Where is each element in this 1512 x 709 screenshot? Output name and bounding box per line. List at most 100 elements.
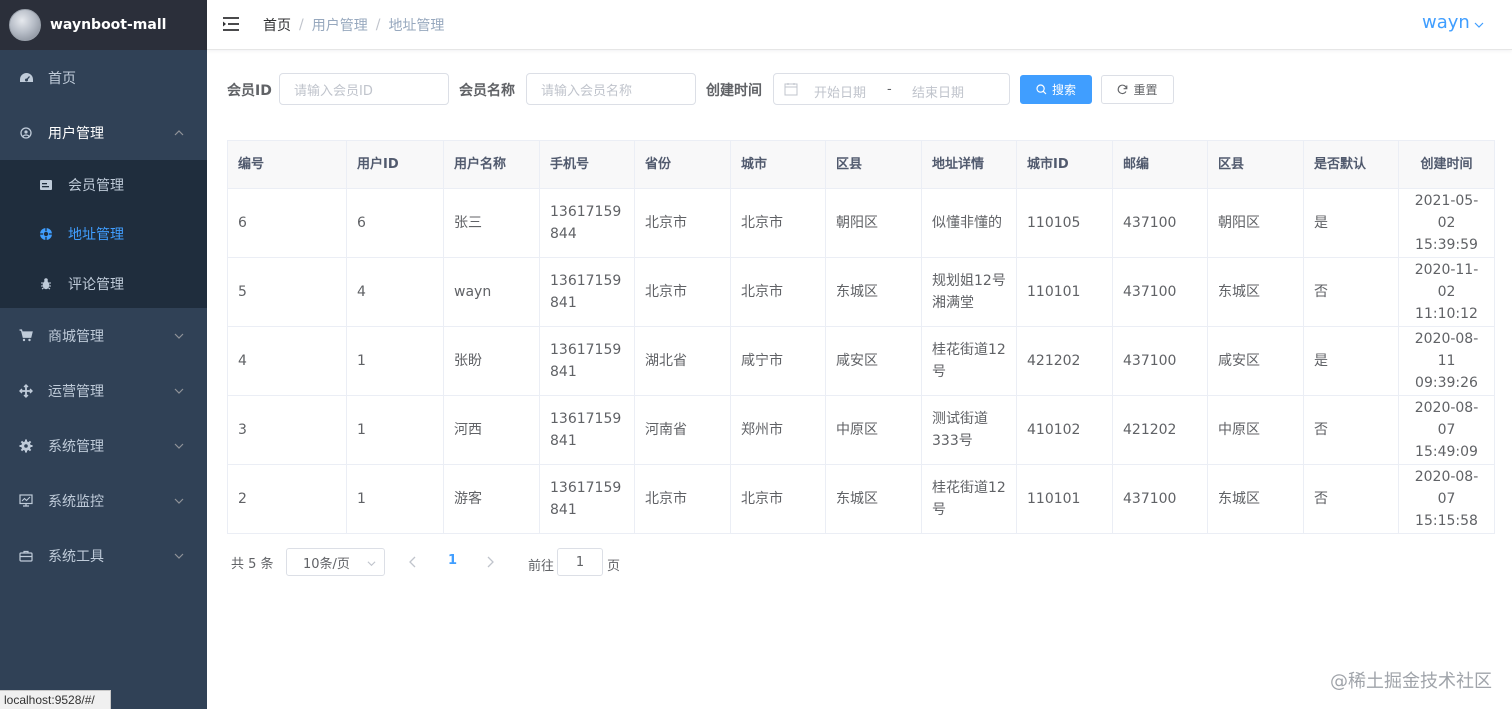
- table-row[interactable]: 5 4 wayn 13617159841 北京市 北京市 东城区 规划姐12号湘…: [228, 258, 1495, 327]
- table-cell: 4: [347, 258, 444, 327]
- table-cell: 421202: [1113, 396, 1208, 465]
- toolbox-icon: [18, 548, 34, 564]
- hamburger-icon[interactable]: [222, 15, 240, 33]
- navbar: 首页 / 用户管理 / 地址管理 wayn: [207, 0, 1512, 50]
- app-title: waynboot-mall: [50, 17, 167, 33]
- sidebar-subitem-members[interactable]: 会员管理: [0, 160, 207, 210]
- calendar-icon: [784, 83, 798, 96]
- watermark: @稀土掘金技术社区: [1330, 671, 1492, 692]
- chevron-down-icon: [174, 388, 184, 394]
- sidebar-item-home[interactable]: 首页: [0, 50, 207, 105]
- breadcrumb-separator: /: [299, 17, 304, 33]
- table-cell: 13617159844: [540, 189, 635, 258]
- table-cell: 否: [1304, 258, 1399, 327]
- table-cell: 桂花街道12号: [922, 327, 1017, 396]
- sidebar: waynboot-mall 首页 用户管理 会员管理 地址管理 评论管理 商城管…: [0, 0, 207, 709]
- prev-page-button[interactable]: [408, 556, 418, 568]
- column-header: 编号: [228, 141, 347, 189]
- chevron-up-icon: [174, 129, 184, 135]
- column-header: 邮编: [1113, 141, 1208, 189]
- reset-button[interactable]: 重置: [1101, 75, 1174, 104]
- dashboard-icon: [18, 70, 34, 86]
- sidebar-subitem-label: 地址管理: [68, 227, 124, 243]
- table-cell: 否: [1304, 396, 1399, 465]
- member-name-input[interactable]: 请输入会员名称: [526, 73, 696, 105]
- sidebar-subitem-comments[interactable]: 评论管理: [0, 259, 207, 309]
- table-cell: 110105: [1017, 189, 1113, 258]
- end-date-input[interactable]: 结束日期: [912, 82, 964, 101]
- table-cell: 13617159841: [540, 396, 635, 465]
- table-row[interactable]: 6 6 张三 13617159844 北京市 北京市 朝阳区 似懂非懂的 110…: [228, 189, 1495, 258]
- search-button[interactable]: 搜索: [1020, 75, 1092, 104]
- table-row[interactable]: 3 1 河西 13617159841 河南省 郑州市 中原区 测试街道333号 …: [228, 396, 1495, 465]
- table-cell: 410102: [1017, 396, 1113, 465]
- sidebar-subitem-addresses[interactable]: 地址管理: [0, 209, 207, 259]
- chevron-down-icon: [174, 333, 184, 339]
- table-cell: 110101: [1017, 258, 1113, 327]
- column-header: 区县: [1208, 141, 1304, 189]
- column-header: 是否默认: [1304, 141, 1399, 189]
- search-button-label: 搜索: [1051, 83, 1076, 97]
- column-header: 用户名称: [444, 141, 540, 189]
- table-cell: 是: [1304, 327, 1399, 396]
- table-cell: 3: [228, 396, 347, 465]
- breadcrumb-separator: /: [375, 17, 381, 33]
- move-icon: [18, 383, 34, 399]
- table-cell: 湖北省: [635, 327, 731, 396]
- start-date-input[interactable]: 开始日期: [814, 82, 866, 101]
- user-menu[interactable]: wayn: [1422, 12, 1470, 33]
- table-cell: 2020-08-07 15:15:58: [1399, 465, 1495, 534]
- date-range-picker[interactable]: 开始日期 - 结束日期: [773, 73, 1010, 105]
- chevron-down-icon[interactable]: [1474, 20, 1484, 30]
- sidebar-item-system-monitor[interactable]: 系统监控: [0, 473, 207, 528]
- page-size-select[interactable]: 10条/页: [286, 548, 385, 576]
- table-cell: 110101: [1017, 465, 1113, 534]
- goto-page-input[interactable]: 1: [557, 548, 603, 576]
- table-cell: 13617159841: [540, 465, 635, 534]
- table-cell: 是: [1304, 189, 1399, 258]
- table-cell: 北京市: [731, 189, 826, 258]
- table-cell: 游客: [444, 465, 540, 534]
- bug-icon: [38, 276, 54, 292]
- address-table: 编号 用户ID 用户名称 手机号 省份 城市 区县 地址详情 城市ID 邮编 区…: [227, 140, 1495, 534]
- sidebar-item-user-management[interactable]: 用户管理: [0, 105, 207, 160]
- page-number-current[interactable]: 1: [448, 553, 457, 568]
- sidebar-item-label: 运营管理: [48, 383, 104, 400]
- created-time-label: 创建时间: [706, 83, 762, 99]
- breadcrumb-user-management: 用户管理: [311, 18, 368, 34]
- sidebar-item-label: 用户管理: [48, 125, 104, 142]
- table-cell: 13617159841: [540, 327, 635, 396]
- member-id-input[interactable]: 请输入会员ID: [279, 73, 449, 105]
- range-separator: -: [887, 82, 892, 97]
- table-cell: 中原区: [1208, 396, 1304, 465]
- submenu-user-management: 会员管理 地址管理 评论管理: [0, 160, 207, 308]
- refresh-icon: [1118, 84, 1128, 95]
- sidebar-item-mall-management[interactable]: 商城管理: [0, 308, 207, 363]
- breadcrumb-address-management: 地址管理: [388, 18, 445, 34]
- goto-unit: 页: [607, 559, 621, 574]
- column-header: 创建时间: [1399, 141, 1495, 189]
- column-header: 城市: [731, 141, 826, 189]
- gear-icon: [18, 438, 34, 454]
- table-cell: 2: [228, 465, 347, 534]
- table-cell: 6: [228, 189, 347, 258]
- sidebar-subitem-label: 会员管理: [68, 178, 124, 194]
- table-header-row: 编号 用户ID 用户名称 手机号 省份 城市 区县 地址详情 城市ID 邮编 区…: [228, 141, 1495, 189]
- table-cell: 河西: [444, 396, 540, 465]
- table-row[interactable]: 2 1 游客 13617159841 北京市 北京市 东城区 桂花街道12号 1…: [228, 465, 1495, 534]
- chevron-down-icon: [367, 561, 376, 567]
- table-row[interactable]: 4 1 张盼 13617159841 湖北省 咸宁市 咸安区 桂花街道12号 4…: [228, 327, 1495, 396]
- address-icon: [38, 226, 54, 242]
- sidebar-item-label: 首页: [48, 70, 76, 87]
- sidebar-item-system-tools[interactable]: 系统工具: [0, 528, 207, 583]
- sidebar-item-system-management[interactable]: 系统管理: [0, 418, 207, 473]
- sidebar-item-label: 系统工具: [48, 548, 104, 565]
- column-header: 地址详情: [922, 141, 1017, 189]
- sidebar-item-operations[interactable]: 运营管理: [0, 363, 207, 418]
- table-cell: 北京市: [731, 258, 826, 327]
- browser-status-url: localhost:9528/#/: [0, 690, 111, 709]
- breadcrumb-home[interactable]: 首页: [263, 15, 291, 35]
- logo[interactable]: waynboot-mall: [0, 0, 207, 50]
- next-page-button[interactable]: [485, 556, 495, 568]
- table-cell: 东城区: [1208, 465, 1304, 534]
